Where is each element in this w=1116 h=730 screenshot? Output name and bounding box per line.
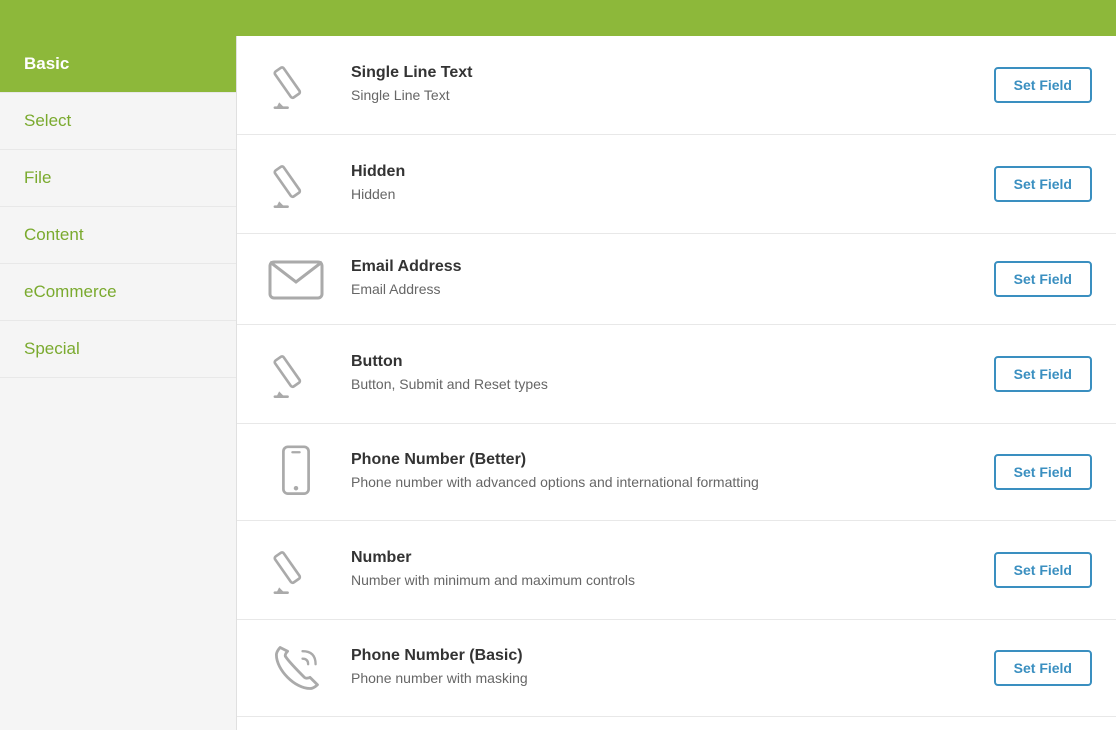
set-field-button-single-line-text[interactable]: Set Field xyxy=(994,67,1092,103)
field-row-number: Number Number with minimum and maximum c… xyxy=(237,521,1116,620)
modal-header xyxy=(0,0,1116,36)
field-name-hidden: Hidden xyxy=(351,163,974,181)
field-icon-phone-number-better xyxy=(261,444,331,500)
field-desc-number: Number with minimum and maximum controls xyxy=(351,571,974,591)
sidebar-item-special[interactable]: Special xyxy=(0,321,236,378)
field-info-single-line-text: Single Line Text Single Line Text xyxy=(331,64,994,106)
field-desc-hidden: Hidden xyxy=(351,185,974,205)
set-field-button-button[interactable]: Set Field xyxy=(994,356,1092,392)
set-field-button-number[interactable]: Set Field xyxy=(994,552,1092,588)
field-icon-number xyxy=(261,541,331,599)
fields-modal: BasicSelectFileContenteCommerceSpecial S… xyxy=(0,0,1116,730)
field-icon-phone-number-basic xyxy=(261,640,331,696)
field-info-email-address: Email Address Email Address xyxy=(331,258,994,300)
field-row-button: Button Button, Submit and Reset types Se… xyxy=(237,325,1116,424)
field-name-phone-number-better: Phone Number (Better) xyxy=(351,451,974,469)
sidebar: BasicSelectFileContenteCommerceSpecial xyxy=(0,36,237,730)
field-icon-single-line-text xyxy=(261,56,331,114)
field-info-phone-number-better: Phone Number (Better) Phone number with … xyxy=(331,451,994,493)
field-name-button: Button xyxy=(351,353,974,371)
sidebar-item-ecommerce[interactable]: eCommerce xyxy=(0,264,236,321)
set-field-button-hidden[interactable]: Set Field xyxy=(994,166,1092,202)
field-name-single-line-text: Single Line Text xyxy=(351,64,974,82)
field-row-hidden: Hidden Hidden Set Field xyxy=(237,135,1116,234)
close-button[interactable] xyxy=(1080,16,1092,20)
field-name-number: Number xyxy=(351,549,974,567)
field-row-email-address: Email Address Email Address Set Field xyxy=(237,234,1116,325)
field-row-single-line-text: Single Line Text Single Line Text Set Fi… xyxy=(237,36,1116,135)
field-info-hidden: Hidden Hidden xyxy=(331,163,994,205)
field-name-phone-number-basic: Phone Number (Basic) xyxy=(351,647,974,665)
set-field-button-email-address[interactable]: Set Field xyxy=(994,261,1092,297)
set-field-button-phone-number-basic[interactable]: Set Field xyxy=(994,650,1092,686)
field-icon-button xyxy=(261,345,331,403)
field-icon-email-address xyxy=(261,254,331,304)
field-desc-email-address: Email Address xyxy=(351,280,974,300)
field-info-number: Number Number with minimum and maximum c… xyxy=(331,549,994,591)
sidebar-item-select[interactable]: Select xyxy=(0,93,236,150)
field-row-phone-number-basic: Phone Number (Basic) Phone number with m… xyxy=(237,620,1116,717)
sidebar-item-file[interactable]: File xyxy=(0,150,236,207)
field-desc-phone-number-better: Phone number with advanced options and i… xyxy=(351,473,974,493)
field-row-phone-number-better: Phone Number (Better) Phone number with … xyxy=(237,424,1116,521)
field-name-email-address: Email Address xyxy=(351,258,974,276)
field-icon-hidden xyxy=(261,155,331,213)
sidebar-item-content[interactable]: Content xyxy=(0,207,236,264)
field-desc-phone-number-basic: Phone number with masking xyxy=(351,669,974,689)
field-info-button: Button Button, Submit and Reset types xyxy=(331,353,994,395)
set-field-button-phone-number-better[interactable]: Set Field xyxy=(994,454,1092,490)
sidebar-item-basic[interactable]: Basic xyxy=(0,36,236,93)
field-desc-single-line-text: Single Line Text xyxy=(351,86,974,106)
content-area: Single Line Text Single Line Text Set Fi… xyxy=(237,36,1116,730)
modal-body: BasicSelectFileContenteCommerceSpecial S… xyxy=(0,36,1116,730)
field-info-phone-number-basic: Phone Number (Basic) Phone number with m… xyxy=(331,647,994,689)
field-desc-button: Button, Submit and Reset types xyxy=(351,375,974,395)
